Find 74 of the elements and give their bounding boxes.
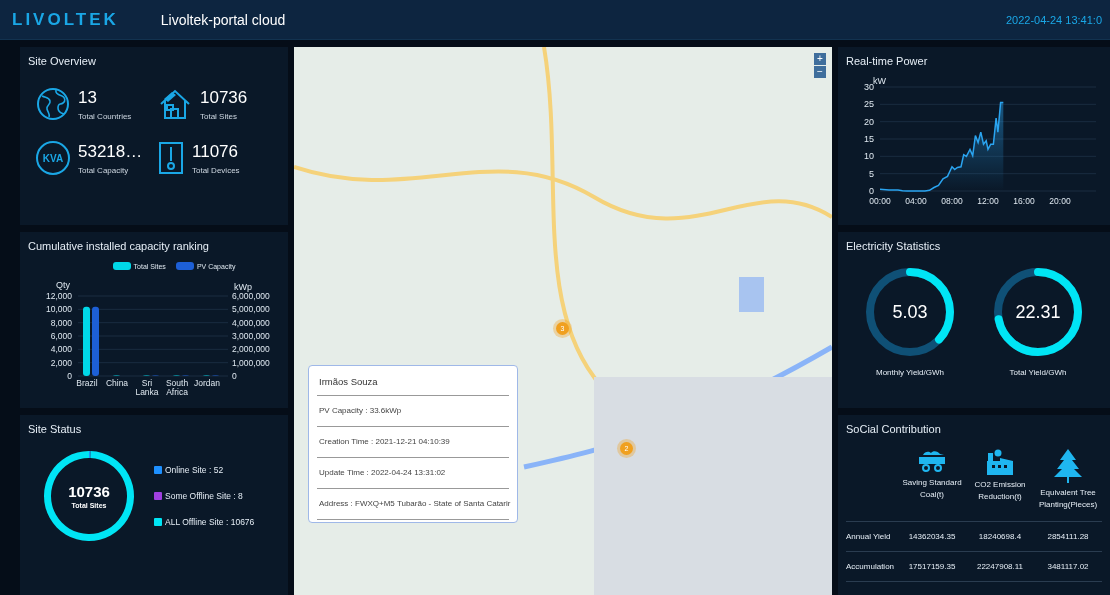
- tick-label: 6,000: [50, 331, 72, 341]
- tick-label: 12,000: [46, 291, 72, 301]
- tick-label: 5,000,000: [232, 304, 270, 315]
- category-label: Jordan: [194, 378, 220, 388]
- gauge-value: 22.31: [1015, 301, 1061, 323]
- panel-title: Site Overview: [28, 55, 97, 67]
- popup-row: Creation Time : 2021-12-21 04:10:39: [317, 427, 509, 458]
- popup-row: PV Capacity : 33.6kWp: [317, 396, 509, 427]
- row-label: Accumulation: [846, 552, 898, 582]
- stat-label: Total Sites: [200, 111, 238, 121]
- panel-title: Site Status: [28, 423, 83, 435]
- tick-label: 2,000,000: [232, 344, 270, 355]
- datetime: 2022-04-24 13:41:0: [1005, 13, 1102, 26]
- logo: LIVOLTEK: [12, 9, 119, 30]
- tick-label: 4,000,000: [232, 317, 270, 328]
- panel-title: Real-time Power: [846, 55, 929, 67]
- tick-label: 16:00: [1013, 196, 1035, 206]
- table-cell: 14362034.35: [898, 522, 966, 552]
- tick-label: 4,000: [50, 344, 72, 355]
- table-cell: 22247908.11: [966, 552, 1034, 582]
- tick-label: 3,000,000: [232, 331, 270, 341]
- table-cell: 18240698.4: [966, 522, 1034, 552]
- popup-title: Irmãos Souza: [317, 370, 509, 396]
- tick-label: 5: [869, 168, 874, 179]
- axis-label: Qty: [56, 280, 70, 290]
- tick-label: 2,000: [50, 357, 72, 368]
- row-label: Annual Yield: [846, 522, 898, 552]
- app-title: Livoltek-portal cloud: [160, 11, 286, 28]
- axis-label: kWp: [234, 282, 252, 292]
- panel-title: SoCial Contribution: [846, 423, 942, 435]
- tick-label: 08:00: [941, 196, 963, 206]
- tick-label: 8,000: [50, 317, 72, 328]
- tick-label: 30: [864, 82, 874, 92]
- gauge-label: Monthly Yield/GWh: [876, 368, 944, 377]
- tick-label: 10: [864, 151, 874, 162]
- tick-label: 04:00: [905, 196, 927, 206]
- panel-title: Electricity Statistics: [846, 240, 942, 252]
- tick-label: 20: [864, 116, 874, 127]
- category-label: Brazil: [76, 378, 98, 388]
- table-cell: 17517159.35: [898, 552, 966, 582]
- stat-value: 11076: [192, 141, 239, 162]
- table-cell: 2854111.28: [1034, 522, 1102, 552]
- stat-label: Total Countries: [78, 111, 132, 121]
- category-label: Sri Lanka: [135, 378, 159, 397]
- stat-label: Total Devices: [192, 165, 240, 175]
- stat-value: 10736: [200, 87, 248, 108]
- tick-label: 20:00: [1049, 196, 1071, 206]
- gauge-label: Total Yield/GWh: [1009, 368, 1067, 377]
- tick-label: 10,000: [46, 304, 72, 315]
- tick-label: 1,000,000: [232, 357, 270, 368]
- gauge-value: 5.03: [892, 301, 928, 323]
- tick-label: 0: [67, 371, 72, 381]
- tick-label: 15: [864, 134, 874, 144]
- category-label: South Africa: [165, 378, 189, 397]
- category-label: China: [105, 378, 129, 388]
- popup-row: Update Time : 2022-04-24 13:31:02: [317, 458, 509, 489]
- column-header: Equivalent Tree Planting(Pieces): [1037, 487, 1099, 511]
- stat-label: Total Capacity: [78, 165, 130, 175]
- kva-icon: KVA: [36, 141, 70, 175]
- popup-row: Address : FWXQ+M5 Tubarão - State of Santa Catarir: [317, 489, 509, 520]
- column-header: CO2 Emission Reduction(t): [973, 479, 1027, 503]
- tick-label: 25: [864, 99, 874, 110]
- tick-label: 00:00: [869, 196, 891, 206]
- stat-value: 53218…: [78, 141, 143, 162]
- panel-title: Cumulative installed capacity ranking: [28, 240, 210, 252]
- column-header: Saving Standard Coal(t): [901, 477, 963, 501]
- tick-label: 6,000,000: [232, 291, 270, 301]
- total-value: 10736: [68, 483, 110, 500]
- table-cell: 3481117.02: [1034, 552, 1102, 582]
- tick-label: 12:00: [977, 196, 999, 206]
- tick-label: 0: [232, 371, 237, 381]
- tick-label: 0: [869, 186, 874, 196]
- axis-label: kW: [873, 76, 886, 86]
- stat-value: 13: [78, 87, 98, 108]
